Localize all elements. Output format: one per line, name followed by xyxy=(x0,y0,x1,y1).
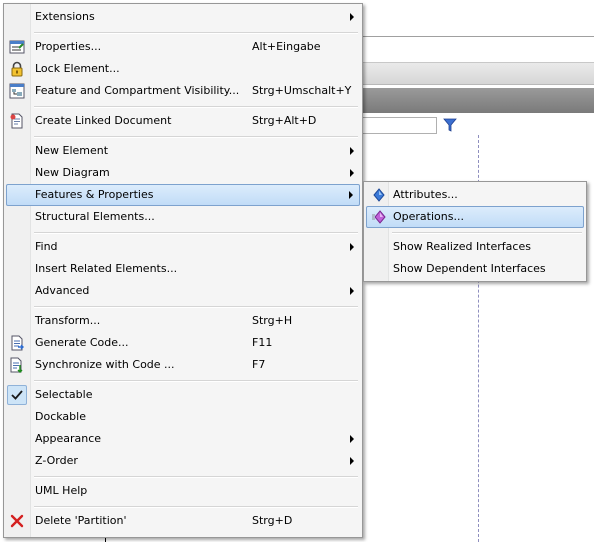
submenu-item-label: Operations... xyxy=(393,210,464,223)
menu-item-delete-partition[interactable]: Delete 'Partition' Strg+D xyxy=(6,510,360,532)
menu-item-label: Advanced xyxy=(35,284,90,297)
menu-separator xyxy=(34,506,358,508)
background-filter-field xyxy=(360,117,437,134)
menu-item-shortcut: F11 xyxy=(252,336,273,349)
menu-item-label: Lock Element... xyxy=(35,62,120,75)
menu-item-structural-elements[interactable]: Structural Elements... xyxy=(6,206,360,228)
menu-item-label: Selectable xyxy=(35,388,93,401)
menu-item-shortcut: Strg+D xyxy=(252,514,293,527)
context-menu: Extensions Properties... Alt+Eingabe Loc… xyxy=(3,3,363,538)
menu-item-shortcut: F7 xyxy=(252,358,266,371)
menu-item-features-properties[interactable]: Features & Properties xyxy=(6,184,360,206)
menu-item-label: Generate Code... xyxy=(35,336,129,349)
generate-code-icon xyxy=(11,335,24,351)
menu-item-properties[interactable]: Properties... Alt+Eingabe xyxy=(6,36,360,58)
menu-item-insert-related-elements[interactable]: Insert Related Elements... xyxy=(6,258,360,280)
menu-item-label: Dockable xyxy=(35,410,86,423)
linked-document-icon xyxy=(10,113,23,129)
menu-item-label: Properties... xyxy=(35,40,102,53)
menu-item-label: Create Linked Document xyxy=(35,114,172,127)
visibility-icon xyxy=(9,83,25,99)
background-divider xyxy=(360,36,594,37)
submenu-arrow-icon xyxy=(350,287,354,295)
menu-item-label: Delete 'Partition' xyxy=(35,514,127,527)
menu-item-selectable[interactable]: Selectable xyxy=(6,384,360,406)
properties-icon xyxy=(9,40,25,54)
menu-item-shortcut: Strg+Alt+D xyxy=(252,114,317,127)
submenu-arrow-icon xyxy=(349,191,353,199)
submenu-item-attributes[interactable]: Attributes... xyxy=(366,184,584,206)
menu-item-z-order[interactable]: Z-Order xyxy=(6,450,360,472)
menu-separator xyxy=(34,306,358,308)
menu-separator xyxy=(34,136,358,138)
submenu-arrow-icon xyxy=(350,169,354,177)
submenu-item-show-dependent-interfaces[interactable]: Show Dependent Interfaces xyxy=(366,258,584,280)
checkmark-icon xyxy=(7,385,27,405)
menu-item-feature-visibility[interactable]: Feature and Compartment Visibility... St… xyxy=(6,80,360,102)
menu-item-label: UML Help xyxy=(35,484,88,497)
menu-item-label: New Diagram xyxy=(35,166,110,179)
menu-item-label: Structural Elements... xyxy=(35,210,155,223)
menu-item-advanced[interactable]: Advanced xyxy=(6,280,360,302)
submenu-arrow-icon xyxy=(350,147,354,155)
filter-icon xyxy=(443,118,457,132)
submenu-item-label: Show Dependent Interfaces xyxy=(393,262,546,275)
menu-separator xyxy=(34,32,358,34)
menu-item-find[interactable]: Find xyxy=(6,236,360,258)
submenu-arrow-icon xyxy=(350,457,354,465)
submenu-arrow-icon xyxy=(350,243,354,251)
menu-item-label: Features & Properties xyxy=(35,188,154,201)
lock-icon xyxy=(11,61,23,77)
menu-item-create-linked-document[interactable]: Create Linked Document Strg+Alt+D xyxy=(6,110,360,132)
menu-item-label: Z-Order xyxy=(35,454,78,467)
operations-icon xyxy=(372,210,386,224)
menu-item-shortcut: Alt+Eingabe xyxy=(252,40,321,53)
menu-item-label: Synchronize with Code ... xyxy=(35,358,175,371)
menu-item-transform[interactable]: Transform... Strg+H xyxy=(6,310,360,332)
submenu-item-label: Show Realized Interfaces xyxy=(393,240,531,253)
menu-item-lock-element[interactable]: Lock Element... xyxy=(6,58,360,80)
delete-icon xyxy=(10,514,24,528)
menu-item-shortcut: Strg+H xyxy=(252,314,293,327)
menu-item-new-diagram[interactable]: New Diagram xyxy=(6,162,360,184)
menu-item-label: Feature and Compartment Visibility... xyxy=(35,84,240,97)
submenu-arrow-icon xyxy=(350,435,354,443)
menu-separator xyxy=(34,106,358,108)
menu-item-label: Transform... xyxy=(35,314,101,327)
features-properties-submenu: Attributes... Operations... Show Realize… xyxy=(363,181,587,282)
submenu-item-label: Attributes... xyxy=(393,188,458,201)
menu-item-label: Find xyxy=(35,240,58,253)
menu-item-label: Extensions xyxy=(35,10,95,23)
menu-separator xyxy=(34,232,358,234)
menu-item-new-element[interactable]: New Element xyxy=(6,140,360,162)
menu-item-uml-help[interactable]: UML Help xyxy=(6,480,360,502)
menu-item-label: New Element xyxy=(35,144,109,157)
menu-item-shortcut: Strg+Umschalt+Y xyxy=(252,84,352,97)
menu-separator xyxy=(34,380,358,382)
background-header-bar xyxy=(360,88,594,113)
background-toolbar xyxy=(360,62,594,85)
synchronize-icon xyxy=(10,357,23,373)
submenu-item-show-realized-interfaces[interactable]: Show Realized Interfaces xyxy=(366,236,584,258)
submenu-separator xyxy=(392,232,582,234)
menu-item-label: Insert Related Elements... xyxy=(35,262,178,275)
menu-item-label: Appearance xyxy=(35,432,102,445)
submenu-item-operations[interactable]: Operations... xyxy=(366,206,584,228)
submenu-arrow-icon xyxy=(350,13,354,21)
menu-item-appearance[interactable]: Appearance xyxy=(6,428,360,450)
menu-item-generate-code[interactable]: Generate Code... F11 xyxy=(6,332,360,354)
menu-separator xyxy=(34,476,358,478)
attributes-icon xyxy=(373,188,385,202)
menu-item-synchronize-code[interactable]: Synchronize with Code ... F7 xyxy=(6,354,360,376)
menu-item-extensions[interactable]: Extensions xyxy=(6,6,360,28)
menu-item-dockable[interactable]: Dockable xyxy=(6,406,360,428)
